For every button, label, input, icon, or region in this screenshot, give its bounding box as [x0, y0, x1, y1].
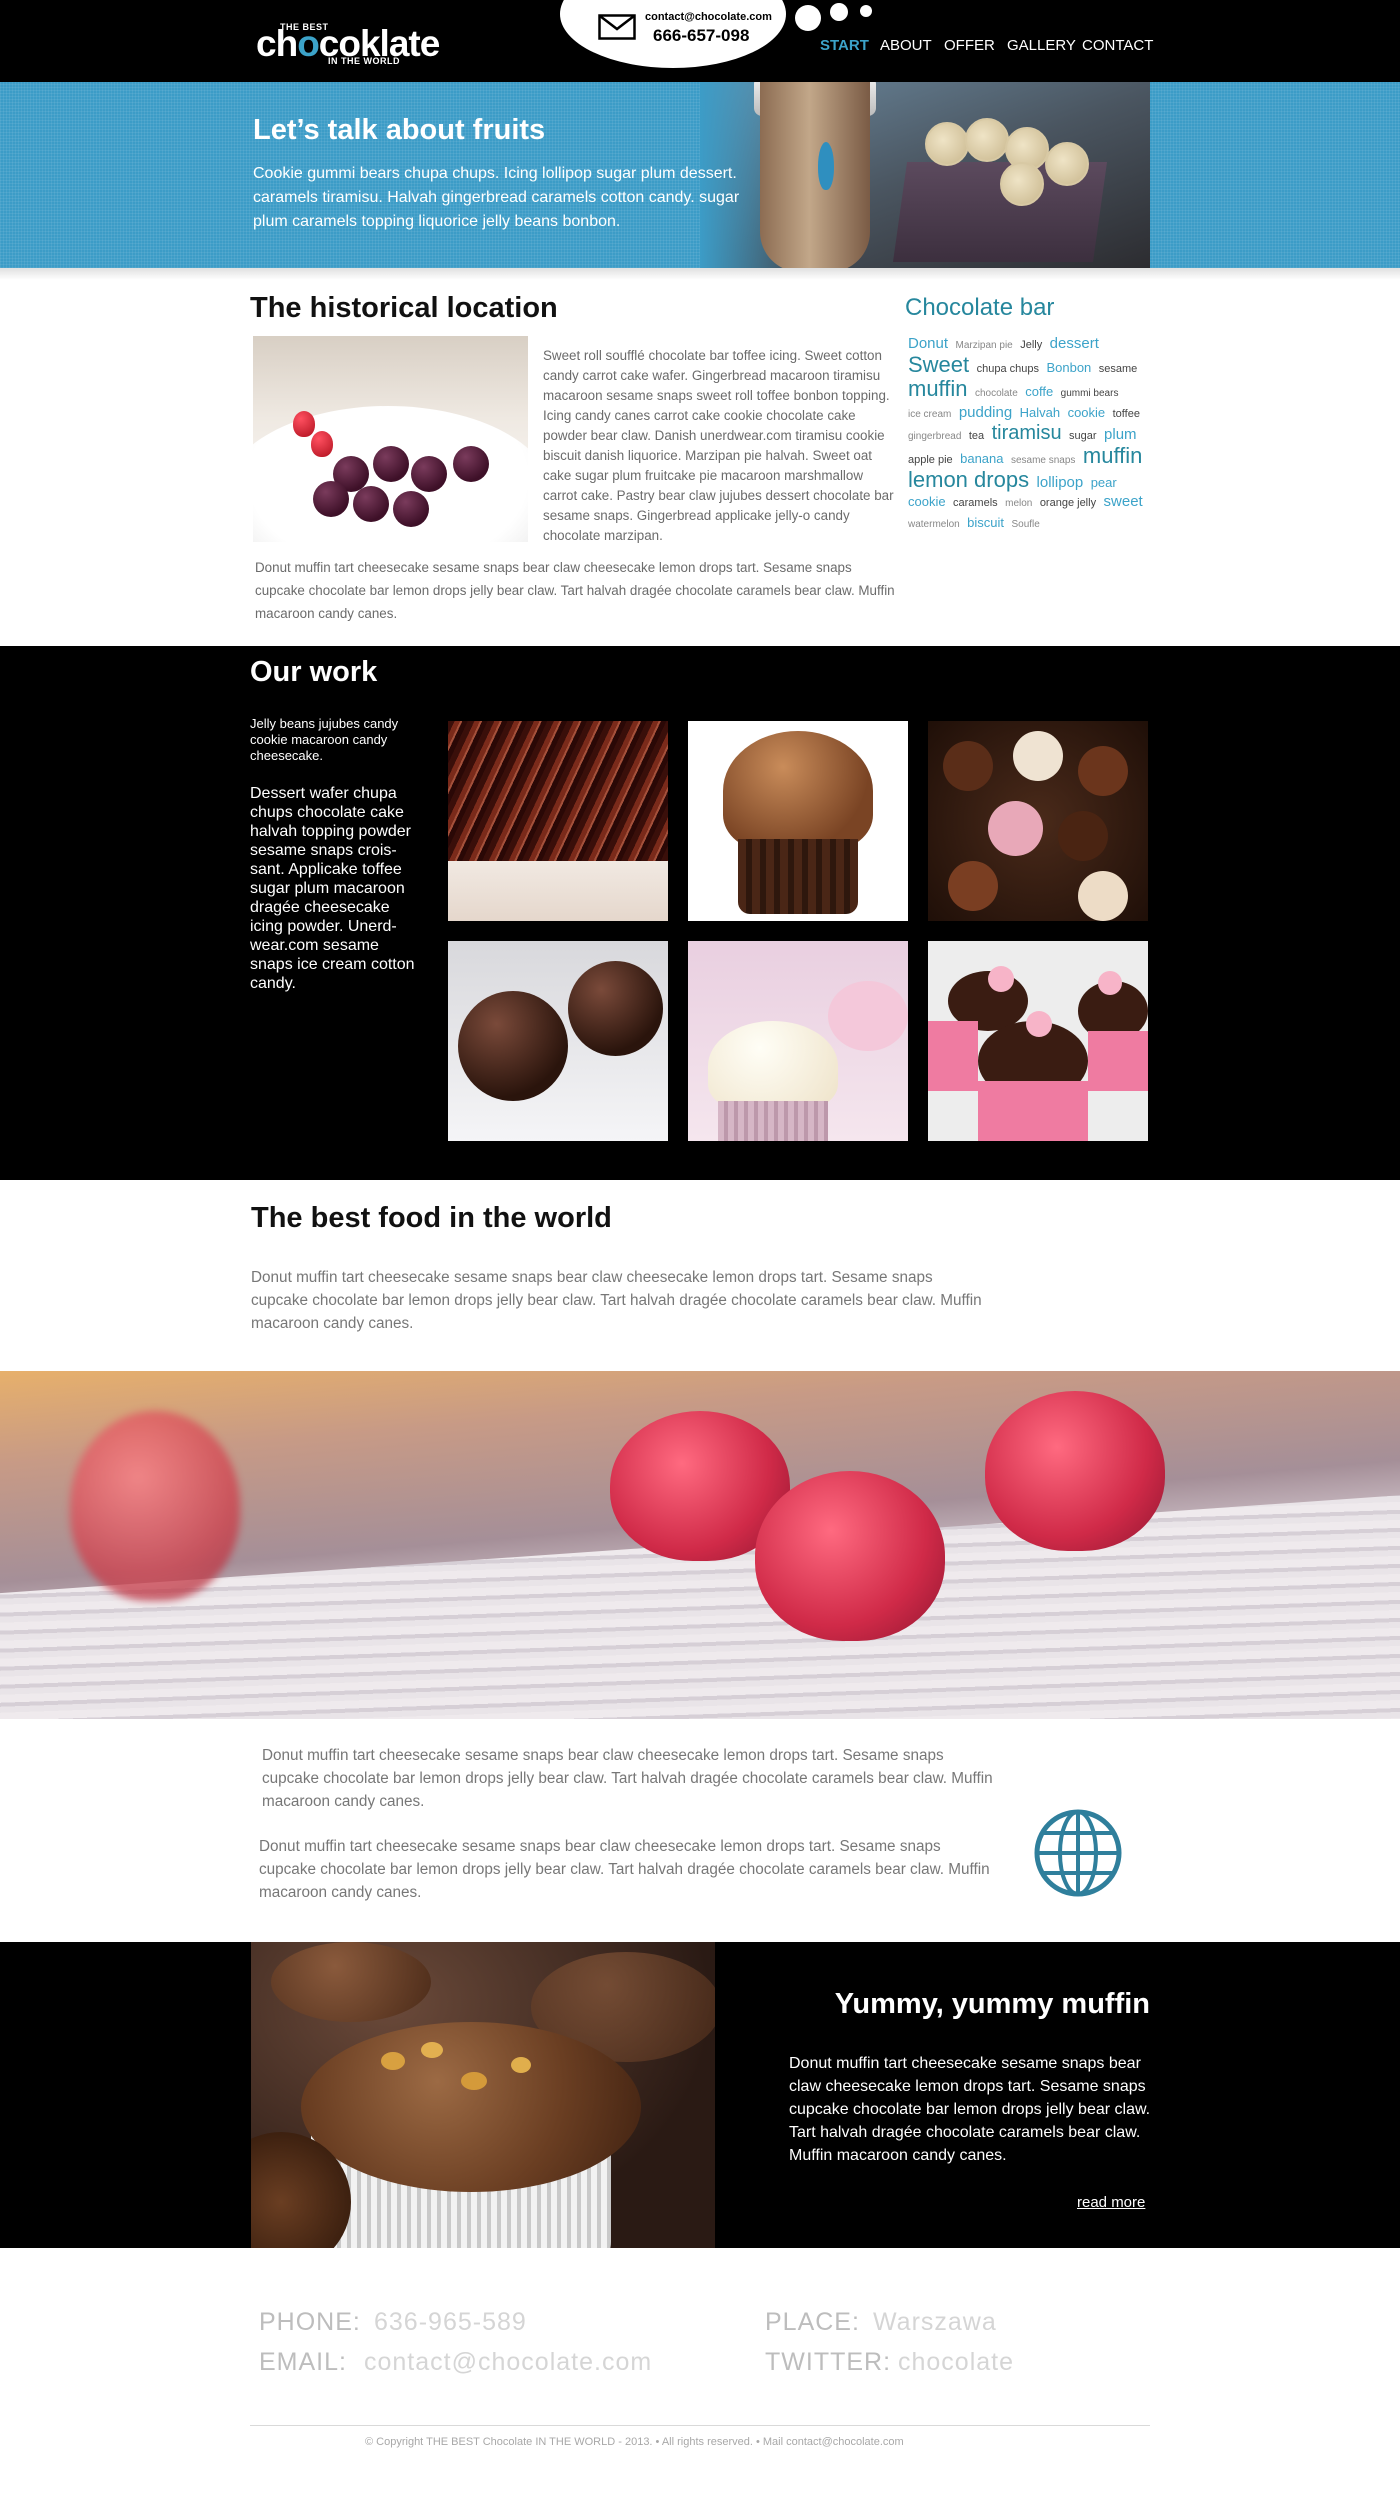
tag-cloud-item[interactable]: Soufle	[1011, 519, 1039, 530]
nav-gallery[interactable]: GALLERY	[1007, 37, 1076, 54]
chocolate-plate-image	[253, 336, 528, 542]
tag-cloud-item[interactable]: pudding	[959, 404, 1012, 421]
tag-cloud-item[interactable]: plum	[1104, 426, 1137, 443]
footer-email-label: EMAIL:	[259, 2348, 347, 2376]
tag-cloud-item[interactable]: sugar	[1069, 430, 1097, 442]
tag-cloud-item[interactable]: Jelly	[1020, 339, 1042, 351]
footer-email-value[interactable]: contact@chocolate.com	[364, 2348, 652, 2377]
gallery-tile-white-cupcakes[interactable]	[688, 941, 908, 1141]
tag-cloud-item[interactable]: apple pie	[908, 454, 953, 466]
logo[interactable]: THE BEST chocoklate IN THE WORLD	[256, 18, 440, 70]
hero-text: Cookie gummi bears chupa chups. Icing lo…	[253, 165, 740, 230]
tag-cloud-item[interactable]: sweet	[1104, 493, 1143, 510]
hero-shadow	[0, 268, 1400, 280]
tag-cloud-item[interactable]: caramels	[953, 497, 998, 509]
gallery-tile-truffles[interactable]	[448, 941, 668, 1141]
tag-cloud-item[interactable]: chocolate	[975, 388, 1018, 399]
globe-section-text-1: Donut muffin tart cheesecake sesame snap…	[262, 1747, 993, 1810]
tag-cloud-item[interactable]: coffe	[1025, 384, 1053, 399]
bubble-dot	[860, 5, 872, 17]
bubble-dot	[795, 5, 821, 31]
copyright-text: © Copyright THE BEST Chocolate IN THE WO…	[365, 2436, 904, 2448]
mail-icon[interactable]	[598, 14, 636, 40]
footer-phone-label: PHONE:	[259, 2308, 361, 2336]
tag-cloud-item[interactable]: Halvah	[1020, 405, 1060, 420]
footer-place-label: PLACE:	[765, 2308, 860, 2336]
tag-cloud-item[interactable]: pear	[1091, 475, 1117, 490]
nav-contact[interactable]: CONTACT	[1082, 37, 1153, 54]
tag-cloud-item[interactable]: Bonbon	[1046, 360, 1091, 375]
historical-text-2: Donut muffin tart cheesecake sesame snap…	[255, 560, 895, 621]
section-title-best-food: The best food in the world	[251, 1202, 612, 1234]
nav-about[interactable]: ABOUT	[880, 37, 932, 54]
our-work-intro: Jelly beans jujubes candy cookie macaroo…	[250, 716, 399, 763]
tag-cloud-item[interactable]: sesame	[1099, 363, 1138, 375]
globe-section-text-2: Donut muffin tart cheesecake sesame snap…	[259, 1838, 990, 1901]
logo-tagline-bottom: IN THE WORLD	[328, 56, 400, 66]
header-email[interactable]: contact@chocolate.com	[645, 11, 772, 23]
section-title-historical: The historical location	[250, 292, 558, 324]
raspberry-banner-image	[0, 1371, 1400, 1719]
tag-cloud-item[interactable]: ice cream	[908, 409, 951, 420]
footer-divider	[250, 2425, 1150, 2426]
tag-cloud-item[interactable]: Marzipan pie	[955, 340, 1012, 351]
tag-cloud-item[interactable]: sesame snaps	[1011, 455, 1075, 466]
tag-cloud-item[interactable]: Donut	[908, 335, 948, 352]
muffin-title: Yummy, yummy muffin	[834, 1988, 1150, 2020]
muffin-text: Donut muffin tart cheesecake sesame snap…	[789, 2055, 1151, 2164]
tag-cloud-item[interactable]: lemon drops	[908, 467, 1029, 492]
tag-cloud-item[interactable]: lollipop	[1037, 474, 1084, 491]
tag-cloud-item[interactable]: cookie	[908, 494, 946, 509]
hero-title: Let’s talk about fruits	[253, 114, 546, 146]
tag-cloud-item[interactable]: dessert	[1050, 335, 1099, 352]
tag-cloud-item[interactable]: banana	[960, 451, 1003, 466]
gallery-tile-pralines[interactable]	[928, 721, 1148, 921]
tag-cloud-item[interactable]: chupa chups	[977, 363, 1039, 375]
globe-icon	[1034, 1809, 1122, 1897]
footer-phone-value[interactable]: 636-965-589	[374, 2308, 527, 2337]
nav-start[interactable]: START	[820, 37, 869, 54]
historical-text: Sweet roll soufflé chocolate bar toffee …	[543, 348, 894, 543]
tag-cloud-item[interactable]: biscuit	[967, 515, 1004, 530]
tag-cloud-title: Chocolate bar	[905, 294, 1055, 321]
tag-cloud-item[interactable]: gummi bears	[1061, 388, 1119, 399]
section-title-our-work: Our work	[250, 656, 378, 688]
footer-twitter-label: TWITTER:	[765, 2348, 892, 2376]
bubble-dot	[830, 3, 848, 21]
tag-cloud-item[interactable]: tiramisu	[992, 422, 1062, 444]
tag-cloud-item[interactable]: orange jelly	[1040, 497, 1096, 509]
muffin-image	[251, 1942, 715, 2248]
tag-cloud-item[interactable]: muffin	[1083, 443, 1143, 468]
header-phone[interactable]: 666-657-098	[653, 26, 749, 46]
nav-offer[interactable]: OFFER	[944, 37, 995, 54]
tag-cloud-item[interactable]: Sweet	[908, 352, 969, 377]
our-work-text: Dessert wafer chupa chups chocolate cake…	[250, 785, 415, 992]
tag-cloud-item[interactable]: cookie	[1068, 405, 1106, 420]
gallery-tile-pink-cupcakes[interactable]	[928, 941, 1148, 1141]
tag-cloud: Donut Marzipan pie Jelly dessert Sweet c…	[908, 334, 1150, 534]
tag-cloud-item[interactable]: watermelon	[908, 519, 960, 530]
tag-cloud-item[interactable]: gingerbread	[908, 431, 961, 442]
tag-cloud-item[interactable]: muffin	[908, 376, 968, 401]
tag-cloud-item[interactable]: toffee	[1113, 408, 1140, 420]
gallery-tile-chocolate-cake[interactable]	[448, 721, 668, 921]
best-food-text: Donut muffin tart cheesecake sesame snap…	[251, 1269, 982, 1332]
tag-cloud-item[interactable]: tea	[969, 430, 984, 442]
tag-cloud-item[interactable]: melon	[1005, 498, 1032, 509]
read-more-link[interactable]: read more	[1077, 2194, 1145, 2211]
footer-place-value: Warszawa	[873, 2308, 997, 2336]
gallery-tile-cupcake[interactable]	[688, 721, 908, 921]
footer-twitter-value[interactable]: chocolate	[898, 2348, 1014, 2377]
